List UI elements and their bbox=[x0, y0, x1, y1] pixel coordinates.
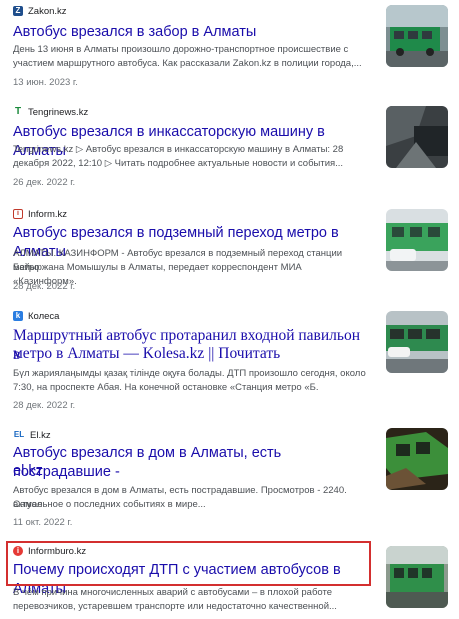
result-date: 13 июн. 2023 г. bbox=[13, 77, 78, 88]
result-snippet-line: актуальное о последних событиях в мире..… bbox=[13, 499, 206, 510]
result-source[interactable]: Z Zakon.kz bbox=[13, 4, 67, 18]
result-snippet-line: День 13 июня в Алматы произошло дорожно-… bbox=[13, 44, 349, 55]
result-snippet-line: перевозчиков, устаревшем транспорте или … bbox=[13, 601, 337, 612]
result-snippet-line: участием маршрутного автобуса. Как расск… bbox=[13, 58, 362, 69]
result-date: 26 дек. 2022 г. bbox=[13, 177, 76, 188]
result-thumbnail[interactable] bbox=[386, 311, 448, 373]
source-name: Tengrinews.kz bbox=[28, 106, 89, 118]
result-thumbnail[interactable] bbox=[386, 209, 448, 271]
tengrinews-logo-icon: Т bbox=[13, 106, 23, 117]
result-snippet-line: Бүл жариялаңымды қазақ тілінде оқуға бол… bbox=[13, 368, 366, 379]
result-title[interactable]: Автобус врезался в забор в Алматы bbox=[13, 23, 368, 42]
result-source[interactable]: Т Tengrinews.kz bbox=[13, 105, 88, 119]
inform-logo-icon: i bbox=[13, 209, 23, 219]
result-source[interactable]: EL El.kz bbox=[13, 428, 51, 442]
result-snippet-line: В чём причина многочисленных аварий с ав… bbox=[13, 587, 333, 598]
result-snippet-line: декабря 2022, 12:10 ▷ Читать подробнее а… bbox=[13, 158, 344, 169]
result-source[interactable]: i Inform.kz bbox=[13, 207, 67, 221]
result-thumbnail[interactable] bbox=[386, 546, 448, 608]
source-name: Inform.kz bbox=[28, 208, 68, 220]
source-name: Zakon.kz bbox=[28, 5, 67, 17]
result-title-line[interactable]: метро в Алматы — Kolesa.kz || Почитать bbox=[13, 344, 368, 363]
highlight-box bbox=[6, 541, 371, 586]
result-snippet-line: Tengrinews.kz ▷ Автобус врезался в инкас… bbox=[13, 144, 344, 155]
result-title-line[interactable]: el.kz bbox=[13, 462, 368, 481]
result-thumbnail[interactable] bbox=[386, 106, 448, 168]
result-thumbnail[interactable] bbox=[386, 5, 448, 67]
result-thumbnail[interactable] bbox=[386, 428, 448, 490]
result-date: 11 окт. 2022 г. bbox=[13, 517, 73, 528]
result-date: 28 дек. 2022 г. bbox=[13, 400, 76, 411]
kolesa-logo-icon: k bbox=[13, 311, 23, 321]
result-source[interactable]: k Колеса bbox=[13, 309, 59, 323]
zakon-logo-icon: Z bbox=[13, 6, 23, 16]
result-date: 28 дек. 2022 г. bbox=[13, 281, 76, 292]
el-kz-logo-icon: EL bbox=[13, 430, 25, 440]
source-name: Колеса bbox=[28, 310, 60, 322]
source-name: El.kz bbox=[30, 429, 51, 441]
result-snippet-line: 7:30, на проспекте Абая. На конечной ост… bbox=[13, 382, 319, 393]
